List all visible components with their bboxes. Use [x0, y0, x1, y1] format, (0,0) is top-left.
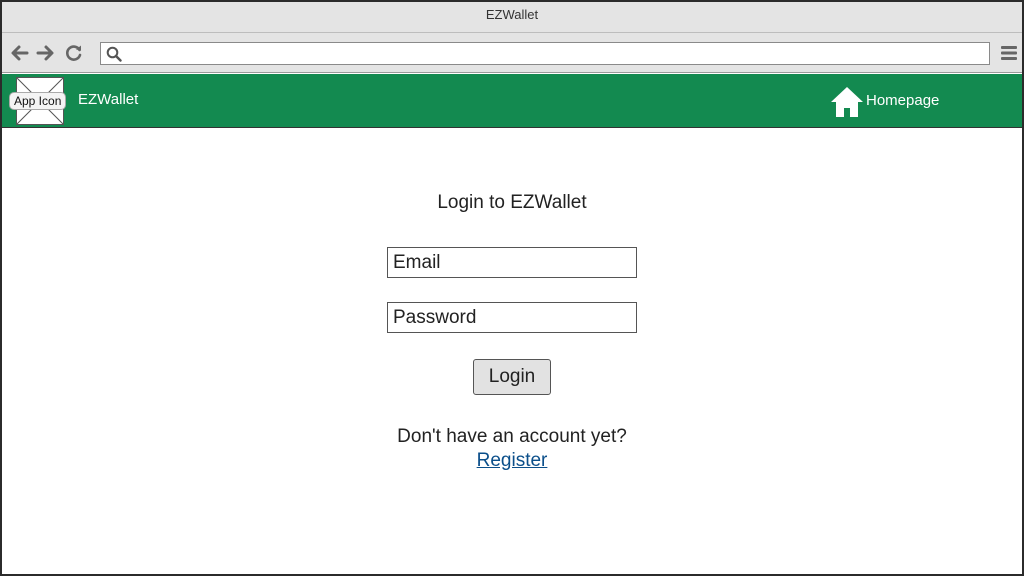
app-icon-label: App Icon — [9, 92, 67, 110]
home-icon — [831, 87, 863, 117]
address-bar[interactable] — [100, 42, 990, 65]
login-button[interactable]: Login — [473, 359, 551, 395]
email-field[interactable] — [387, 247, 637, 278]
browser-menu-button[interactable] — [1000, 44, 1018, 62]
app-header: App Icon EZWallet Homepage — [2, 74, 1022, 128]
address-input[interactable] — [125, 43, 985, 64]
arrow-left-icon — [11, 45, 29, 61]
search-icon — [106, 46, 122, 62]
forward-button[interactable] — [35, 43, 55, 63]
password-field[interactable] — [387, 302, 637, 333]
hamburger-menu-icon — [1001, 46, 1017, 60]
reload-icon — [66, 45, 82, 61]
login-title: Login to EZWallet — [437, 192, 587, 213]
register-link[interactable]: Register — [477, 450, 548, 471]
no-account-text: Don't have an account yet? — [397, 426, 627, 447]
arrow-right-icon — [36, 45, 54, 61]
reload-button[interactable] — [64, 43, 84, 63]
login-panel: Login to EZWallet Login Don't have an ac… — [2, 129, 1022, 574]
app-icon[interactable]: App Icon — [9, 77, 67, 125]
browser-window: EZWallet App Icon EZWallet Homepage Logi… — [0, 0, 1024, 576]
homepage-label: Homepage — [866, 92, 940, 109]
register-link-container: Register — [2, 450, 1022, 472]
app-name: EZWallet — [78, 91, 139, 108]
back-button[interactable] — [10, 43, 30, 63]
browser-toolbar — [2, 33, 1022, 73]
window-title: EZWallet — [2, 2, 1022, 33]
